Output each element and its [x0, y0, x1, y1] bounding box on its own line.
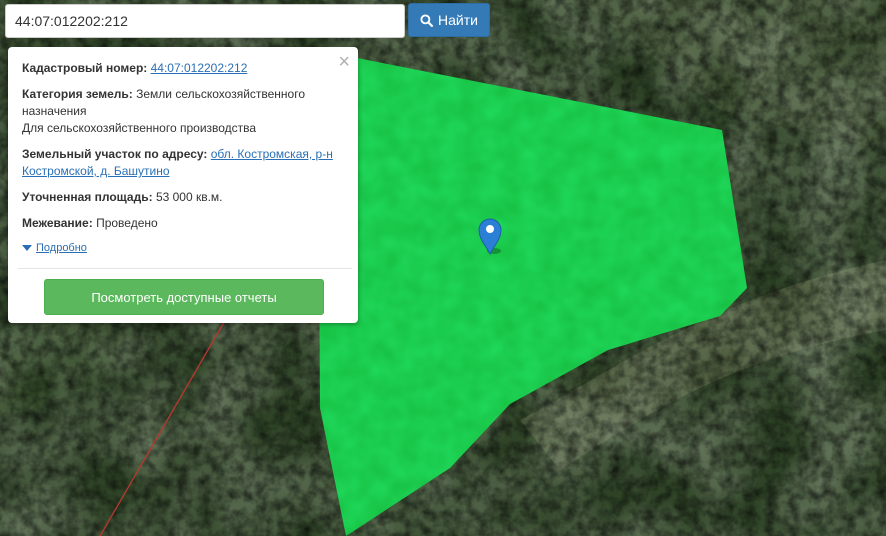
popup-divider	[18, 268, 352, 269]
survey-label: Межевание:	[22, 216, 93, 230]
parcel-info-popup: × Кадастровый номер: 44:07:012202:212 Ка…	[8, 47, 358, 323]
details-label: Подробно	[36, 242, 87, 254]
cadastral-number-row: Кадастровый номер: 44:07:012202:212	[22, 60, 344, 77]
view-reports-button[interactable]: Посмотреть доступные отчеты	[44, 279, 324, 315]
search-input[interactable]	[5, 4, 405, 38]
details-toggle[interactable]: Подробно	[22, 240, 344, 257]
survey-value: Проведено	[96, 216, 158, 230]
land-use-value: Для сельскохозяйственного производства	[22, 121, 257, 135]
land-category-value-cont: назначения	[22, 104, 87, 118]
address-link-cont[interactable]: Костромской, д. Башутино	[22, 164, 170, 178]
area-label: Уточненная площадь:	[22, 190, 153, 204]
land-category-value: Земли сельскохозяйственного	[136, 87, 306, 101]
area-row: Уточненная площадь: 53 000 кв.м.	[22, 189, 344, 206]
survey-row: Межевание: Проведено	[22, 215, 344, 232]
search-button[interactable]: Найти	[408, 3, 490, 37]
address-row: Земельный участок по адресу: обл. Костро…	[22, 146, 344, 180]
caret-down-icon	[22, 245, 32, 251]
cadastral-number-label: Кадастровый номер:	[22, 61, 148, 75]
search-icon	[420, 13, 434, 27]
search-button-label: Найти	[438, 12, 478, 28]
cadastral-number-link[interactable]: 44:07:012202:212	[151, 61, 248, 75]
close-icon[interactable]: ×	[338, 52, 350, 72]
land-category-label: Категория земель:	[22, 87, 133, 101]
address-link[interactable]: обл. Костромская, р-н	[211, 147, 333, 161]
address-label: Земельный участок по адресу:	[22, 147, 208, 161]
land-category-row: Категория земель: Земли сельскохозяйстве…	[22, 86, 344, 137]
area-value: 53 000 кв.м.	[155, 190, 223, 204]
